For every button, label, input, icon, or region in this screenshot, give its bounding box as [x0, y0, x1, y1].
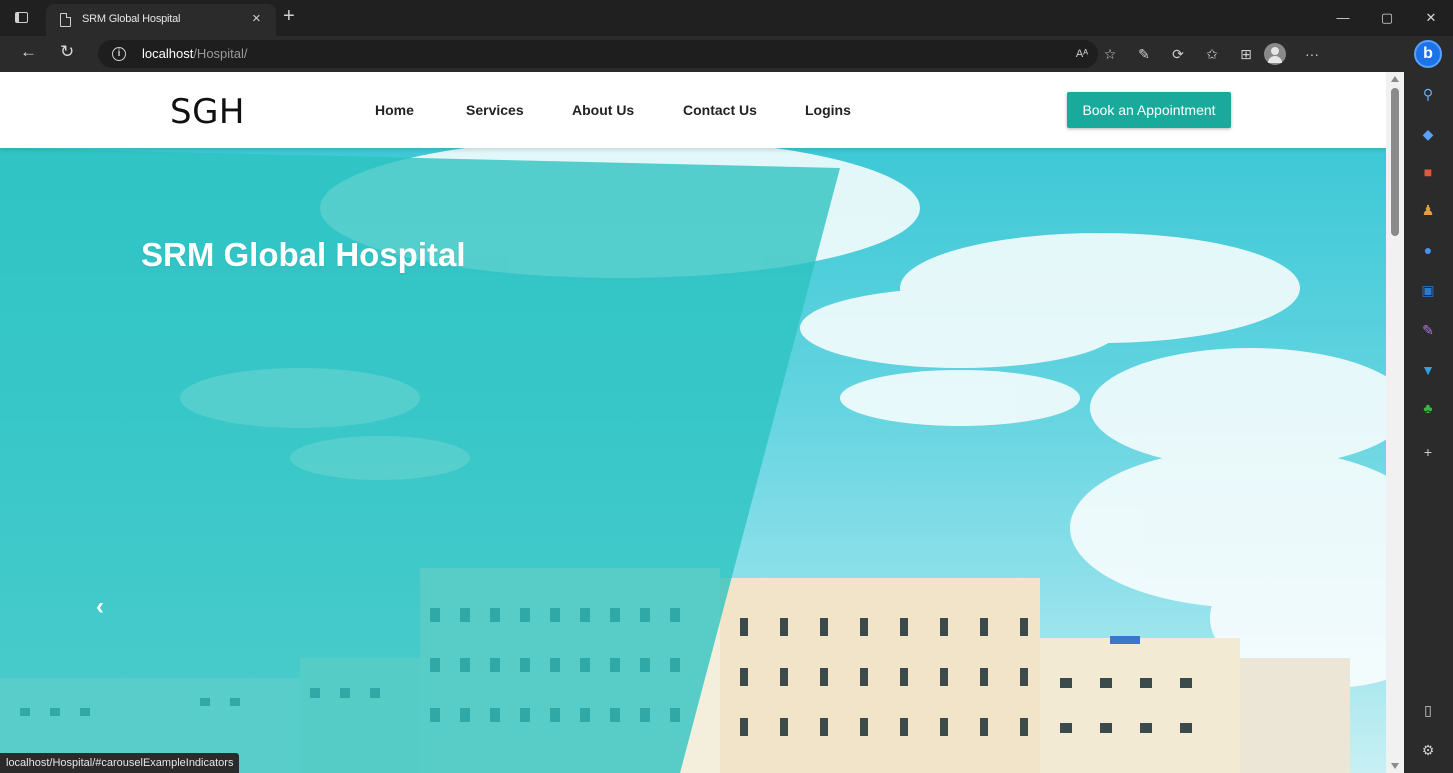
- nav-logins[interactable]: Logins: [805, 102, 851, 118]
- url-text[interactable]: localhost/Hospital/: [142, 46, 248, 61]
- hero-carousel: SRM Global Hospital ‹: [0, 148, 1386, 773]
- designer-icon[interactable]: ✎: [1418, 320, 1438, 340]
- toolbox-icon[interactable]: ■: [1418, 162, 1438, 182]
- page-icon: [60, 13, 71, 27]
- more-icon[interactable]: ···: [1290, 46, 1334, 62]
- restore-button[interactable]: ▢: [1365, 0, 1409, 36]
- toolbar-actions: Aᴬ ☆ ✎ ⟳ ✩ ⊞ ···: [1068, 36, 1334, 72]
- browser-tab[interactable]: SRM Global Hospital ×: [46, 4, 276, 36]
- tab-title: SRM Global Hospital: [82, 13, 181, 25]
- window-controls: — ▢ ✕: [1321, 0, 1453, 36]
- read-aloud-icon[interactable]: Aᴬ: [1068, 48, 1096, 60]
- settings-icon[interactable]: ⚙: [1418, 740, 1438, 760]
- hero-title: SRM Global Hospital: [141, 236, 466, 273]
- favorites-add-icon[interactable]: ☆: [1096, 46, 1124, 63]
- site-info-icon[interactable]: i: [112, 47, 126, 61]
- page-viewport: SGH Home Services About Us Contact Us Lo…: [0, 72, 1386, 773]
- outlook-icon[interactable]: ▣: [1418, 280, 1438, 300]
- page-scrollbar[interactable]: [1386, 72, 1404, 773]
- collections-icon[interactable]: ⊞: [1232, 46, 1260, 63]
- book-appointment-button[interactable]: Book an Appointment: [1067, 92, 1231, 128]
- site-logo[interactable]: SGH: [170, 92, 245, 132]
- new-tab-button[interactable]: +: [283, 5, 295, 28]
- status-bar-link: localhost/Hospital/#carouselExampleIndic…: [0, 753, 240, 773]
- favorites-icon[interactable]: ✩: [1192, 46, 1232, 63]
- people-icon[interactable]: ♟: [1418, 200, 1438, 220]
- browser-toolbar: ← ↻ i localhost/Hospital/ Aᴬ ☆ ✎ ⟳ ✩ ⊞ ·…: [0, 36, 1453, 72]
- tag-icon[interactable]: ◆: [1418, 124, 1438, 144]
- tree-icon[interactable]: ♣: [1418, 398, 1438, 418]
- search-icon[interactable]: ⚲: [1418, 84, 1438, 104]
- pen-icon[interactable]: ✎: [1124, 46, 1164, 63]
- telegram-icon[interactable]: ▼: [1418, 360, 1438, 380]
- back-icon[interactable]: ←: [20, 42, 37, 62]
- tab-strip: SRM Global Hospital × + — ▢ ✕: [0, 0, 1453, 36]
- add-icon[interactable]: +: [1418, 442, 1438, 462]
- scroll-up-icon[interactable]: [1391, 76, 1399, 82]
- tab-actions-icon[interactable]: [12, 9, 32, 27]
- copilot-icon[interactable]: ●: [1418, 240, 1438, 260]
- edge-sidebar: ⚲ ◆ ■ ♟ ● ▣ ✎ ▼ ♣ + ▯ ⚙: [1404, 72, 1453, 773]
- nav-home[interactable]: Home: [375, 102, 414, 118]
- address-bar[interactable]: i localhost/Hospital/: [98, 40, 1098, 68]
- nav-services[interactable]: Services: [466, 102, 524, 118]
- site-navbar: SGH Home Services About Us Contact Us Lo…: [0, 72, 1386, 148]
- nav-contact-us[interactable]: Contact Us: [683, 102, 757, 118]
- close-window-button[interactable]: ✕: [1409, 0, 1453, 36]
- scroll-thumb[interactable]: [1391, 88, 1399, 236]
- carousel-prev-button[interactable]: ‹: [96, 594, 118, 620]
- sidebar-toggle-icon[interactable]: ▯: [1418, 700, 1438, 720]
- bing-copilot-icon[interactable]: b: [1414, 40, 1442, 68]
- extensions-icon[interactable]: ⟳: [1164, 46, 1192, 63]
- minimize-button[interactable]: —: [1321, 0, 1365, 36]
- scroll-down-icon[interactable]: [1391, 763, 1399, 769]
- refresh-icon[interactable]: ↻: [60, 42, 74, 62]
- nav-about-us[interactable]: About Us: [572, 102, 634, 118]
- tab-close-icon[interactable]: ×: [252, 10, 261, 27]
- profile-icon[interactable]: [1264, 43, 1286, 65]
